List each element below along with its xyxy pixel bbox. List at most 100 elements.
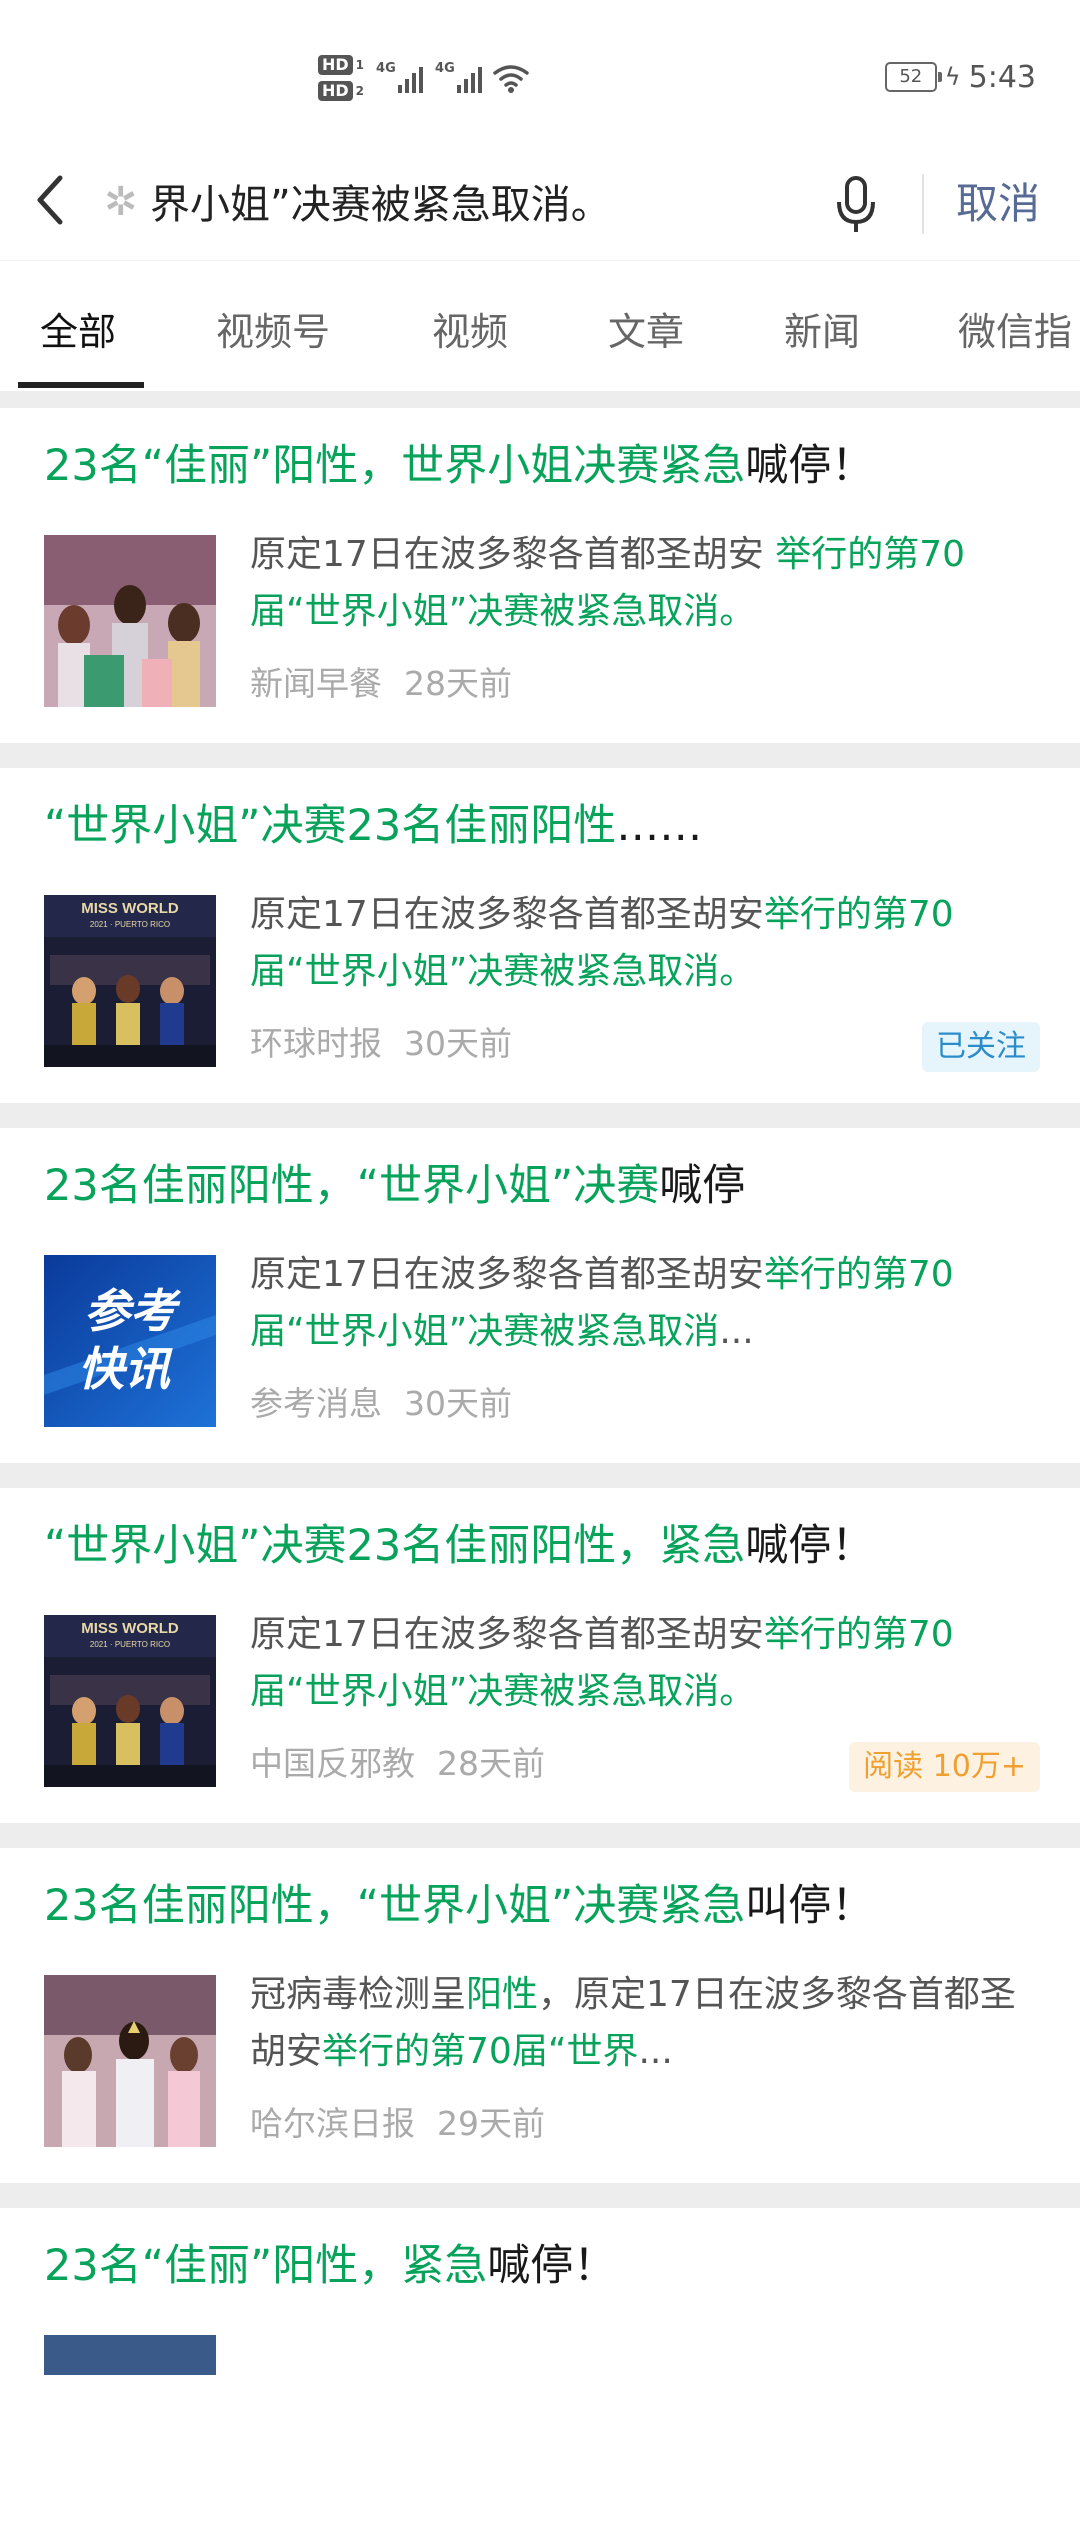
title-highlight: “世界小姐”决赛23名佳丽阳性 [44, 801, 617, 851]
result-description: 原定17日在波多黎各首都圣胡安 举行的第70届“世界小姐”决赛被紧急取消。 [250, 526, 1040, 646]
result-description: 冠病毒检测呈阳性，原定17日在波多黎各首都圣胡安举行的第70届“世界... [250, 1966, 1040, 2086]
result-card[interactable]: 23名佳丽阳性，“世界小姐”决赛紧急叫停！ 冠病毒检测呈阳性，原定17日在波多黎… [0, 1848, 1080, 2183]
title-highlight: “世界小姐”决赛23名佳丽阳性，紧急 [44, 1521, 746, 1571]
thumbnail-image: MISS WORLD 2021 · PUERTO RICO [44, 895, 216, 1067]
hd2-num: 2 [355, 84, 365, 98]
result-card[interactable]: 23名“佳丽”阳性，紧急喊停！ [0, 2208, 1080, 2543]
result-card[interactable]: 23名“佳丽”阳性，世界小姐决赛紧急喊停！ 原定17日在波多黎各首都圣胡安 举行… [0, 408, 1080, 743]
read-count-badge: 阅读 10万+ [849, 1742, 1040, 1792]
desc-text: 原定17日在波多黎各首都圣胡安 [250, 1254, 764, 1295]
title-text: …… [616, 801, 703, 851]
result-meta: 新闻早餐 28天前 [250, 654, 512, 714]
title-highlight: 23名“佳丽”阳性，世界小姐决赛紧急 [44, 441, 746, 491]
desc-text: 原定17日在波多黎各首都圣胡安 [250, 894, 764, 935]
title-highlight: 23名佳丽阳性，“世界小姐”决赛紧急 [44, 1881, 746, 1931]
hd-indicators: HD 1 HD 2 [318, 55, 364, 101]
result-card[interactable]: 23名佳丽阳性，“世界小姐”决赛喊停 参考 快讯 原定17日在波多黎各首都圣胡安… [0, 1128, 1080, 1463]
publish-time: 28天前 [437, 1744, 545, 1783]
publish-time: 30天前 [404, 1024, 512, 1063]
thumb-subcaption: 2021 · PUERTO RICO [90, 920, 170, 929]
result-meta: 哈尔滨日报 29天前 [250, 2094, 545, 2154]
net1-label: 4G [376, 61, 396, 76]
desc-text: 冠病毒检测呈 [250, 1974, 467, 2015]
desc-text: 原定17日在波多黎各首都圣胡安 [250, 534, 776, 575]
result-description: 原定17日在波多黎各首都圣胡安举行的第70届“世界小姐”决赛被紧急取消。 [250, 1606, 1040, 1726]
result-card[interactable]: “世界小姐”决赛23名佳丽阳性…… MISS WORLD 2021 · PUER… [0, 768, 1080, 1103]
result-meta: 参考消息 30天前 [250, 1374, 512, 1434]
divider [922, 174, 924, 234]
tab-channels[interactable]: 视频号 [216, 297, 330, 367]
result-title: 23名佳丽阳性，“世界小姐”决赛喊停 [44, 1156, 1044, 1216]
result-card[interactable]: “世界小姐”决赛23名佳丽阳性，紧急喊停！ MISS WORLD 2021 · … [0, 1488, 1080, 1823]
search-input[interactable]: 界小姐”决赛被紧急取消。 [150, 168, 710, 242]
thumb-caption: MISS WORLD [81, 1620, 179, 1637]
active-tab-indicator [18, 382, 144, 388]
desc-ellipsis: ... [638, 2031, 673, 2072]
thumbnail-image [44, 535, 216, 707]
result-title: “世界小姐”决赛23名佳丽阳性…… [44, 796, 1044, 856]
title-highlight: 23名佳丽阳性，“世界小姐”决赛 [44, 1161, 660, 1211]
tab-all[interactable]: 全部 [40, 297, 116, 367]
result-title: “世界小姐”决赛23名佳丽阳性，紧急喊停！ [44, 1516, 1044, 1576]
title-text: 喊停 [659, 1161, 746, 1211]
result-meta: 中国反邪教 28天前 [250, 1734, 545, 1794]
tab-articles[interactable]: 文章 [608, 297, 684, 367]
microphone-button[interactable] [834, 172, 878, 238]
wifi-icon [493, 65, 529, 93]
title-text: 喊停！ [745, 1521, 875, 1571]
desc-highlight: 举行的第70届“世界 [322, 2031, 639, 2072]
source-name[interactable]: 哈尔滨日报 [250, 2104, 415, 2143]
hd1-num: 1 [355, 58, 365, 72]
signal-icon-2: 4G [433, 61, 483, 93]
cancel-button[interactable]: 取消 [956, 174, 1040, 234]
result-meta: 环球时报 30天前 [250, 1014, 512, 1074]
publish-time: 30天前 [404, 1384, 512, 1423]
back-button[interactable] [30, 170, 80, 240]
result-title: 23名“佳丽”阳性，紧急喊停！ [44, 2236, 1044, 2296]
clock: 5:43 [968, 59, 1036, 95]
source-name[interactable]: 参考消息 [250, 1384, 382, 1423]
hd1-label: HD [318, 55, 353, 75]
chevron-left-icon [37, 175, 63, 225]
title-highlight: 23名“佳丽”阳性，紧急 [44, 2241, 488, 2291]
followed-badge: 已关注 [922, 1022, 1040, 1072]
tab-videos[interactable]: 视频 [432, 297, 508, 367]
hd2-label: HD [318, 81, 353, 101]
result-title: 23名佳丽阳性，“世界小姐”决赛紧急叫停！ [44, 1876, 1044, 1936]
thumbnail-image [44, 1975, 216, 2147]
source-name[interactable]: 新闻早餐 [250, 664, 382, 703]
thumbnail-image: 参考 快讯 [44, 1255, 216, 1427]
tab-wechat-index[interactable]: 微信指 [958, 297, 1072, 367]
tab-bar: 全部 视频号 视频 文章 新闻 微信指 [0, 260, 1080, 391]
tab-news[interactable]: 新闻 [784, 297, 860, 367]
net2-label: 4G [435, 61, 455, 76]
network-indicators: HD 1 HD 2 4G 4G [318, 48, 530, 108]
search-bar: ✲ 界小姐”决赛被紧急取消。 取消 [0, 150, 1080, 260]
publish-time: 29天前 [437, 2104, 545, 2143]
publish-time: 28天前 [404, 664, 512, 703]
title-text: 喊停！ [487, 2241, 617, 2291]
thumbnail-image: MISS WORLD 2021 · PUERTO RICO [44, 1615, 216, 1787]
source-name[interactable]: 环球时报 [250, 1024, 382, 1063]
hd2-indicator: HD 2 [318, 81, 364, 101]
status-bar: HD 1 HD 2 4G 4G 52 ϟ 5:43 [0, 0, 1080, 150]
title-text: 叫停！ [745, 1881, 875, 1931]
thumb-text-line1: 参考 [84, 1284, 181, 1338]
battery-level: 52 [899, 66, 923, 87]
desc-text: 原定17日在波多黎各首都圣胡安 [250, 1614, 764, 1655]
search-type-icon: ✲ [104, 179, 138, 225]
result-description: 原定17日在波多黎各首都圣胡安举行的第70届“世界小姐”决赛被紧急取消... [250, 1246, 1040, 1366]
thumb-caption: MISS WORLD [81, 900, 179, 917]
signal-icon: 4G [374, 61, 424, 93]
status-right: 52 ϟ 5:43 [884, 52, 1036, 102]
thumb-text-line2: 快讯 [78, 1342, 173, 1396]
hd1-indicator: HD 1 [318, 55, 364, 75]
desc-highlight: 阳性 [466, 1974, 539, 2015]
result-title: 23名“佳丽”阳性，世界小姐决赛紧急喊停！ [44, 436, 1044, 496]
title-text: 喊停！ [745, 441, 875, 491]
source-name[interactable]: 中国反邪教 [250, 1744, 415, 1783]
desc-ellipsis: ... [719, 1311, 754, 1352]
thumb-subcaption: 2021 · PUERTO RICO [90, 1640, 170, 1649]
microphone-icon [837, 176, 875, 232]
thumbnail-image [44, 2335, 216, 2375]
